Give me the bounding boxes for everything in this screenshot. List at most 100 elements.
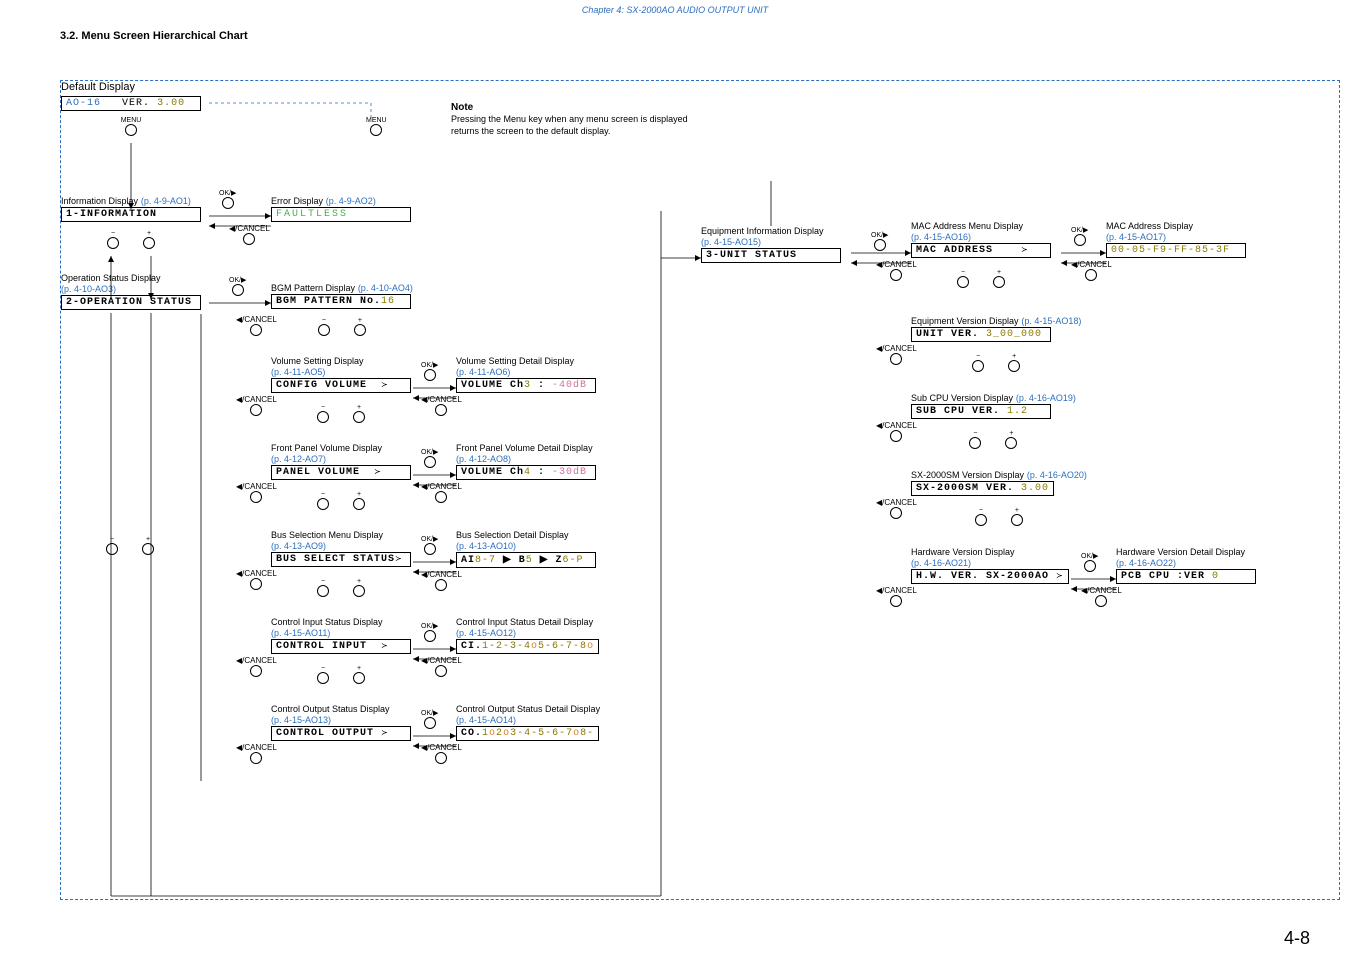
menu-button[interactable]: MENU [121,117,142,139]
hw-detail-title: Hardware Version Detail Display [1116,547,1245,557]
op-status-lcd: 2-OPERATION STATUS [61,295,201,310]
minus-button[interactable]: − [314,665,332,687]
cancel-button[interactable]: ◀/CANCEL [421,482,462,506]
ok-button[interactable]: OK/▶ [871,231,888,254]
unit-ver-ref: (p. 4-15-AO18) [1021,316,1081,326]
panel-vol-lcd: PANEL VOLUME ≻ [271,465,411,480]
mac-menu-ref: (p. 4-15-AO16) [911,232,971,242]
minus-button[interactable]: − [314,578,332,600]
plus-button[interactable]: + [350,578,368,600]
panel-vol-detail-ref: (p. 4-12-AO8) [456,454,511,464]
vol-lcd: CONFIG VOLUME ≻ [271,378,411,393]
cin-detail-title: Control Input Status Detail Display [456,617,593,627]
minus-button[interactable]: − [954,269,972,291]
cancel-button[interactable]: ◀/CANCEL [876,498,917,522]
plus-button[interactable]: + [990,269,1008,291]
cancel-button[interactable]: ◀/CANCEL [421,570,462,594]
plus-button[interactable]: + [351,317,369,339]
cin-title: Control Input Status Display [271,617,383,627]
panel-vol-title: Front Panel Volume Display [271,443,382,453]
section-title: 3.2. Menu Screen Hierarchical Chart [60,30,1350,42]
plus-button[interactable]: + [139,536,157,558]
cancel-button[interactable]: ◀/CANCEL [236,569,277,593]
plus-button[interactable]: + [1002,430,1020,452]
unit-ver-lcd: UNIT VER. 3_00_000 [911,327,1051,342]
mac-detail-title: MAC Address Display [1106,221,1193,231]
vol-detail-ref: (p. 4-11-AO6) [456,367,510,377]
cancel-button[interactable]: ◀/CANCEL [421,656,462,680]
bus-title: Bus Selection Menu Display [271,530,383,540]
default-lcd: AO-16 VER. 3.00 [61,96,201,111]
sub-cpu-title: Sub CPU Version Display [911,393,1013,403]
plus-button[interactable]: + [350,491,368,513]
default-display-label: Default Display [61,81,135,93]
plus-button[interactable]: + [1005,353,1023,375]
cout-detail-title: Control Output Status Detail Display [456,704,600,714]
vol-title: Volume Setting Display [271,356,364,366]
bgm-lcd: BGM PATTERN No.16 [271,294,411,309]
minus-button[interactable]: − [103,536,121,558]
cancel-button[interactable]: ◀/CANCEL [236,482,277,506]
cancel-button[interactable]: ◀/CANCEL [421,395,462,419]
info-display-title: Information Display [61,196,138,206]
minus-button[interactable]: − [315,317,333,339]
ok-button[interactable]: OK/▶ [219,189,236,212]
minus-button[interactable]: − [314,404,332,426]
ok-button[interactable]: OK/▶ [421,622,438,645]
menu-button-2[interactable]: MENU [366,117,387,139]
cancel-button[interactable]: ◀/CANCEL [876,421,917,445]
cin-ref: (p. 4-15-AO11) [271,628,330,638]
cout-detail-lcd: CO.1o2o3-4-5-6-7o8- [456,726,599,741]
bus-detail-title: Bus Selection Detail Display [456,530,569,540]
hw-lcd: H.W. VER. SX-2000AO ≻ [911,569,1069,584]
bus-ref: (p. 4-13-AO9) [271,541,326,551]
cin-detail-lcd: CI.1-2-3-4o5-6-7-8o [456,639,599,654]
ok-button[interactable]: OK/▶ [421,448,438,471]
op-status-title: Operation Status Display [61,273,161,283]
cancel-button[interactable]: ◀/CANCEL [421,743,462,767]
error-display-title: Error Display [271,196,323,206]
plus-button[interactable]: + [350,404,368,426]
cout-lcd: CONTROL OUTPUT ≻ [271,726,411,741]
info-lcd: 1-INFORMATION [61,207,201,222]
minus-button[interactable]: − [314,491,332,513]
plus-button[interactable]: + [140,230,158,252]
op-status-ref: (p. 4-10-AO3) [61,284,116,294]
equip-title: Equipment Information Display [701,226,824,236]
minus-button[interactable]: − [966,430,984,452]
cin-lcd: CONTROL INPUT ≻ [271,639,411,654]
cancel-button[interactable]: ◀/CANCEL [876,586,917,610]
error-display-ref: (p. 4-9-AO2) [326,196,376,206]
error-lcd: FAULTLESS [271,207,411,222]
ok-button[interactable]: OK/▶ [1081,552,1098,575]
cancel-button[interactable]: ◀/CANCEL [229,224,270,248]
minus-button[interactable]: − [104,230,122,252]
cancel-button[interactable]: ◀/CANCEL [1081,586,1122,610]
note-box: Note Pressing the Menu key when any menu… [451,101,691,137]
minus-button[interactable]: − [969,353,987,375]
plus-button[interactable]: + [350,665,368,687]
hw-title: Hardware Version Display [911,547,1015,557]
panel-vol-detail-lcd: VOLUME Ch4 : -30dB [456,465,596,480]
cancel-button[interactable]: ◀/CANCEL [236,395,277,419]
equip-lcd: 3-UNIT STATUS [701,248,841,263]
ok-button[interactable]: OK/▶ [1071,226,1088,249]
cancel-button[interactable]: ◀/CANCEL [876,260,917,284]
cin-detail-ref: (p. 4-15-AO12) [456,628,516,638]
ok-button[interactable]: OK/▶ [421,535,438,558]
cout-detail-ref: (p. 4-15-AO14) [456,715,516,725]
minus-button[interactable]: − [972,507,990,529]
vol-detail-title: Volume Setting Detail Display [456,356,574,366]
ok-button[interactable]: OK/▶ [421,709,438,732]
cancel-button[interactable]: ◀/CANCEL [236,743,277,767]
plus-button[interactable]: + [1008,507,1026,529]
ok-button[interactable]: OK/▶ [421,361,438,384]
cancel-button[interactable]: ◀/CANCEL [236,656,277,680]
panel-vol-detail-title: Front Panel Volume Detail Display [456,443,593,453]
bus-detail-ref: (p. 4-13-AO10) [456,541,516,551]
sx-lcd: SX-2000SM VER. 3.00 [911,481,1054,496]
ok-button[interactable]: OK/▶ [229,276,246,299]
sx-ref: (p. 4-16-AO20) [1027,470,1087,480]
cancel-button[interactable]: ◀/CANCEL [1071,260,1112,284]
cancel-button[interactable]: ◀/CANCEL [876,344,917,368]
